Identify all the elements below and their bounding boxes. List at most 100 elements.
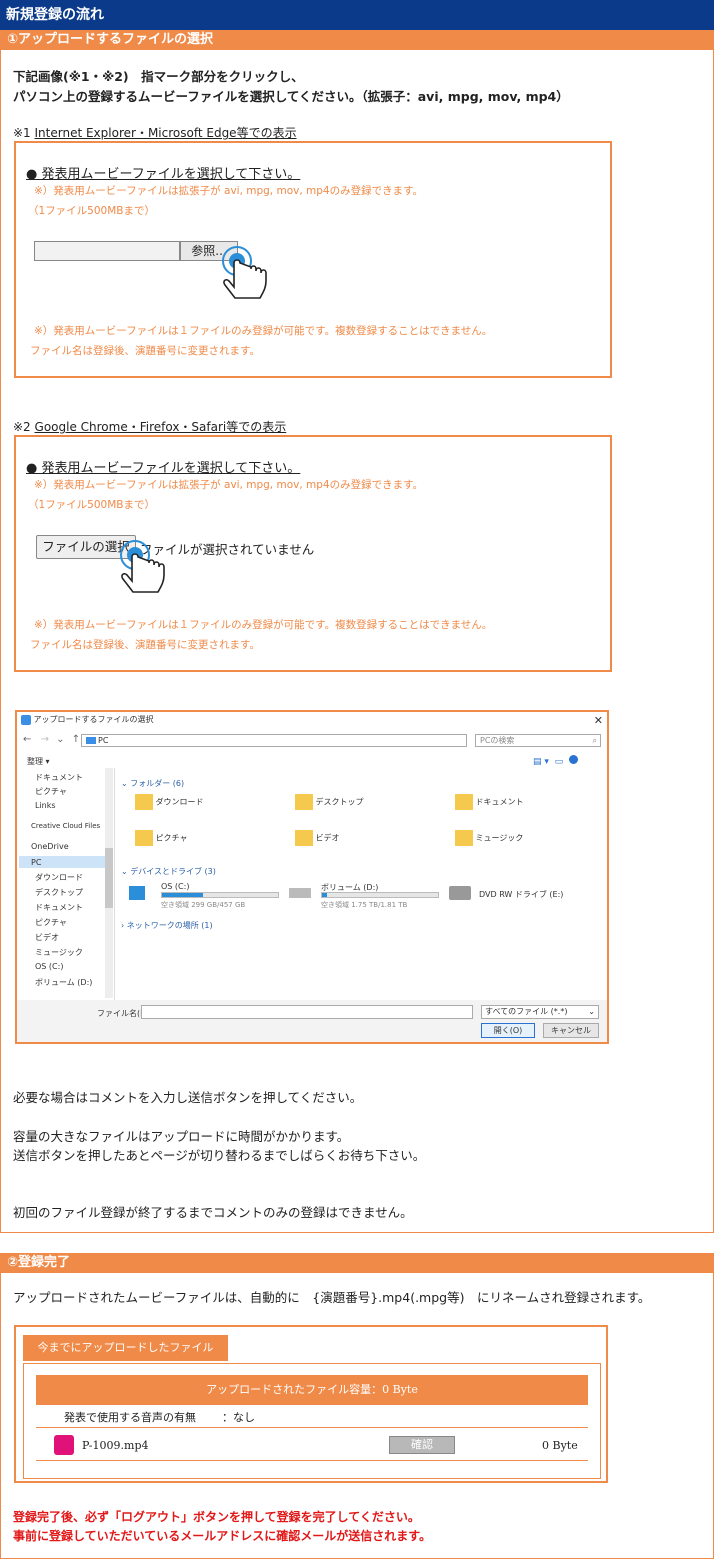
tab-uploaded-files[interactable]: 今までにアップロードしたファイル bbox=[23, 1335, 228, 1361]
audio-value: ：なし bbox=[222, 1411, 255, 1424]
drive-item[interactable]: ボリューム (D:) 空き領域 1.75 TB/1.81 TB bbox=[289, 882, 449, 912]
chevron-down-icon[interactable]: ⌄ bbox=[56, 734, 64, 745]
note1-label: ※1 Internet Explorer・Microsoft Edge等での表示 bbox=[13, 126, 297, 140]
warning-email: 事前に登録していただいているメールアドレスに確認メールが送信されます。 bbox=[13, 1529, 432, 1543]
videos-folder-icon bbox=[295, 830, 313, 846]
nav-item[interactable]: Links bbox=[35, 801, 56, 810]
nav-arrows: ← → ⌄ ↑ bbox=[23, 734, 80, 745]
folder-item[interactable]: ビデオ bbox=[295, 830, 340, 846]
divider bbox=[36, 1427, 588, 1428]
open-button[interactable]: 開く(O) bbox=[481, 1023, 535, 1038]
ext-note: ※）発表用ムービーファイルは拡張子が avi, mpg, mov, mp4のみ登… bbox=[34, 185, 424, 197]
nav-item[interactable]: ボリューム (D:) bbox=[35, 977, 92, 988]
section-complete: ②登録完了 アップロードされたムービーファイルは、自動的に {演題番号}.mp4… bbox=[0, 1253, 714, 1559]
forward-icon[interactable]: → bbox=[41, 734, 49, 745]
select-file-title: ● 発表用ムービーファイルを選択して下さい。 bbox=[26, 167, 301, 182]
filetype-select[interactable]: すべてのファイル (*.*) ⌄ bbox=[481, 1005, 599, 1019]
nav-item[interactable]: ドキュメント bbox=[35, 902, 83, 913]
network-header[interactable]: › ネットワークの場所 (1) bbox=[121, 920, 213, 931]
nav-item[interactable]: ピクチャ bbox=[35, 917, 67, 928]
search-input[interactable]: PCの検索 ⌕ bbox=[475, 734, 601, 747]
nav-item[interactable]: ミュージック bbox=[35, 947, 83, 958]
nav-item[interactable]: デスクトップ bbox=[35, 887, 83, 898]
drive-item[interactable]: DVD RW ドライブ (E:) bbox=[449, 886, 599, 906]
nav-item[interactable]: ドキュメント bbox=[35, 772, 83, 783]
windows-drive-icon bbox=[129, 886, 145, 900]
page-title: 新規登録の流れ bbox=[0, 0, 714, 30]
folders-header[interactable]: ⌄ フォルダー (6) bbox=[121, 778, 184, 789]
app-icon bbox=[21, 714, 31, 725]
warning-logout: 登録完了後、必ず「ログアウト」ボタンを押して登録を完了してください。 bbox=[13, 1510, 420, 1524]
section1-header: ①アップロードするファイルの選択 bbox=[1, 30, 713, 50]
view-icons[interactable]: ▤ ▾ ▭ bbox=[533, 755, 603, 767]
desktop-folder-icon bbox=[295, 794, 313, 810]
intro-line2: パソコン上の登録するムービーファイルを選択してください。（拡張子：avi, mp… bbox=[13, 89, 569, 104]
nav-item-pc[interactable]: PC bbox=[31, 858, 41, 867]
one-file-note: ※）発表用ムービーファイルは１ファイルのみ登録が可能です。複数登録することはでき… bbox=[34, 619, 493, 631]
file-size: 0 Byte bbox=[542, 1439, 578, 1452]
up-icon[interactable]: ↑ bbox=[72, 734, 80, 745]
select-file-title: ● 発表用ムービーファイルを選択して下さい。 bbox=[26, 461, 301, 476]
large-file-note: 容量の大きなファイルはアップロードに時間がかかります。 bbox=[13, 1129, 350, 1144]
pictures-folder-icon bbox=[135, 830, 153, 846]
dialog-title: アップロードするファイルの選択 bbox=[33, 715, 154, 724]
filename-input[interactable] bbox=[141, 1005, 473, 1019]
folder-grid: ダウンロード デスクトップ ドキュメント ピクチャ ビデオ ミュージック bbox=[135, 794, 595, 874]
confirm-button[interactable]: 確認 bbox=[389, 1436, 455, 1454]
one-file-note: ※）発表用ムービーファイルは１ファイルのみ登録が可能です。複数登録することはでき… bbox=[34, 325, 493, 337]
nav-item[interactable]: ダウンロード bbox=[35, 872, 83, 883]
drive-item[interactable]: OS (C:) 空き領域 299 GB/457 GB bbox=[129, 882, 279, 912]
folder-item[interactable]: ダウンロード bbox=[135, 794, 204, 810]
first-upload-note: 初回のファイル登録が終了するまでコメントのみの登録はできません。 bbox=[13, 1205, 413, 1220]
dialog-titlebar: アップロードするファイルの選択 ✕ bbox=[21, 714, 607, 730]
music-folder-icon bbox=[455, 830, 473, 846]
documents-folder-icon bbox=[455, 794, 473, 810]
file-path-field[interactable] bbox=[34, 241, 180, 261]
capacity-bar: アップロードされたファイル容量：0 Byte bbox=[36, 1375, 588, 1405]
ie-example-box: ● 発表用ムービーファイルを選択して下さい。 ※）発表用ムービーファイルは拡張子… bbox=[14, 141, 612, 378]
address-text: PC bbox=[98, 736, 109, 745]
folder-item[interactable]: ピクチャ bbox=[135, 830, 187, 846]
audio-label: 発表で使用する音声の有無 bbox=[64, 1411, 196, 1424]
rename-note: ファイル名は登録後、演題番号に変更されます。 bbox=[30, 639, 260, 651]
section-file-select: ①アップロードするファイルの選択 下記画像(※1・※2) 指マーク部分をクリック… bbox=[0, 30, 714, 1233]
nav-item[interactable]: OS (C:) bbox=[35, 962, 63, 971]
organize-menu[interactable]: 整理 ▾ bbox=[27, 756, 50, 767]
divider bbox=[36, 1460, 588, 1461]
ext-note: ※）発表用ムービーファイルは拡張子が avi, mpg, mov, mp4のみ登… bbox=[34, 479, 424, 491]
wait-note: 送信ボタンを押したあとページが切り替わるまでしばらくお待ち下さい。 bbox=[13, 1148, 426, 1163]
pc-icon bbox=[86, 737, 96, 744]
download-folder-icon bbox=[135, 794, 153, 810]
nav-scrollbar[interactable] bbox=[105, 768, 113, 998]
chrome-example-box: ● 発表用ムービーファイルを選択して下さい。 ※）発表用ムービーファイルは拡張子… bbox=[14, 435, 612, 672]
section2-header: ②登録完了 bbox=[1, 1253, 713, 1273]
nav-item[interactable]: ピクチャ bbox=[35, 786, 67, 797]
rename-note: ファイル名は登録後、演題番号に変更されます。 bbox=[30, 345, 260, 357]
file-open-dialog: アップロードするファイルの選択 ✕ ← → ⌄ ↑ PC PCの検索 ⌕ 整理 ▾… bbox=[15, 710, 609, 1044]
search-icon: ⌕ bbox=[592, 736, 597, 745]
size-note: （1ファイル500MBまで） bbox=[28, 205, 155, 217]
intro-line1: 下記画像(※1・※2) 指マーク部分をクリックし、 bbox=[13, 69, 304, 84]
cancel-button[interactable]: キャンセル bbox=[543, 1023, 599, 1038]
pointer-hand-icon bbox=[120, 537, 170, 595]
nav-item[interactable]: Creative Cloud Files bbox=[31, 822, 100, 830]
comment-note: 必要な場合はコメントを入力し送信ボタンを押してください。 bbox=[13, 1090, 363, 1105]
rename-text: アップロードされたムービーファイルは、自動的に {演題番号}.mp4(.mpg等… bbox=[13, 1290, 651, 1305]
folder-item[interactable]: ドキュメント bbox=[455, 794, 524, 810]
navigation-pane: ドキュメント ピクチャ Links Creative Cloud Files O… bbox=[19, 768, 115, 1000]
folder-item[interactable]: ミュージック bbox=[455, 830, 523, 846]
folder-item[interactable]: デスクトップ bbox=[295, 794, 364, 810]
address-bar[interactable]: PC bbox=[81, 734, 467, 747]
pointer-hand-icon bbox=[222, 243, 272, 301]
movie-file-icon bbox=[54, 1435, 74, 1455]
back-icon[interactable]: ← bbox=[23, 734, 31, 745]
nav-item[interactable]: ビデオ bbox=[35, 932, 59, 943]
hdd-icon bbox=[289, 888, 311, 898]
file-name: P-1009.mp4 bbox=[82, 1439, 149, 1452]
note2-label: ※2 Google Chrome・Firefox・Safari等での表示 bbox=[13, 420, 287, 434]
drives-header[interactable]: ⌄ デバイスとドライブ (3) bbox=[121, 866, 216, 877]
close-icon[interactable]: ✕ bbox=[594, 714, 603, 727]
dvd-drive-icon bbox=[449, 886, 471, 900]
size-note: （1ファイル500MBまで） bbox=[28, 499, 155, 511]
nav-item[interactable]: OneDrive bbox=[31, 842, 69, 851]
